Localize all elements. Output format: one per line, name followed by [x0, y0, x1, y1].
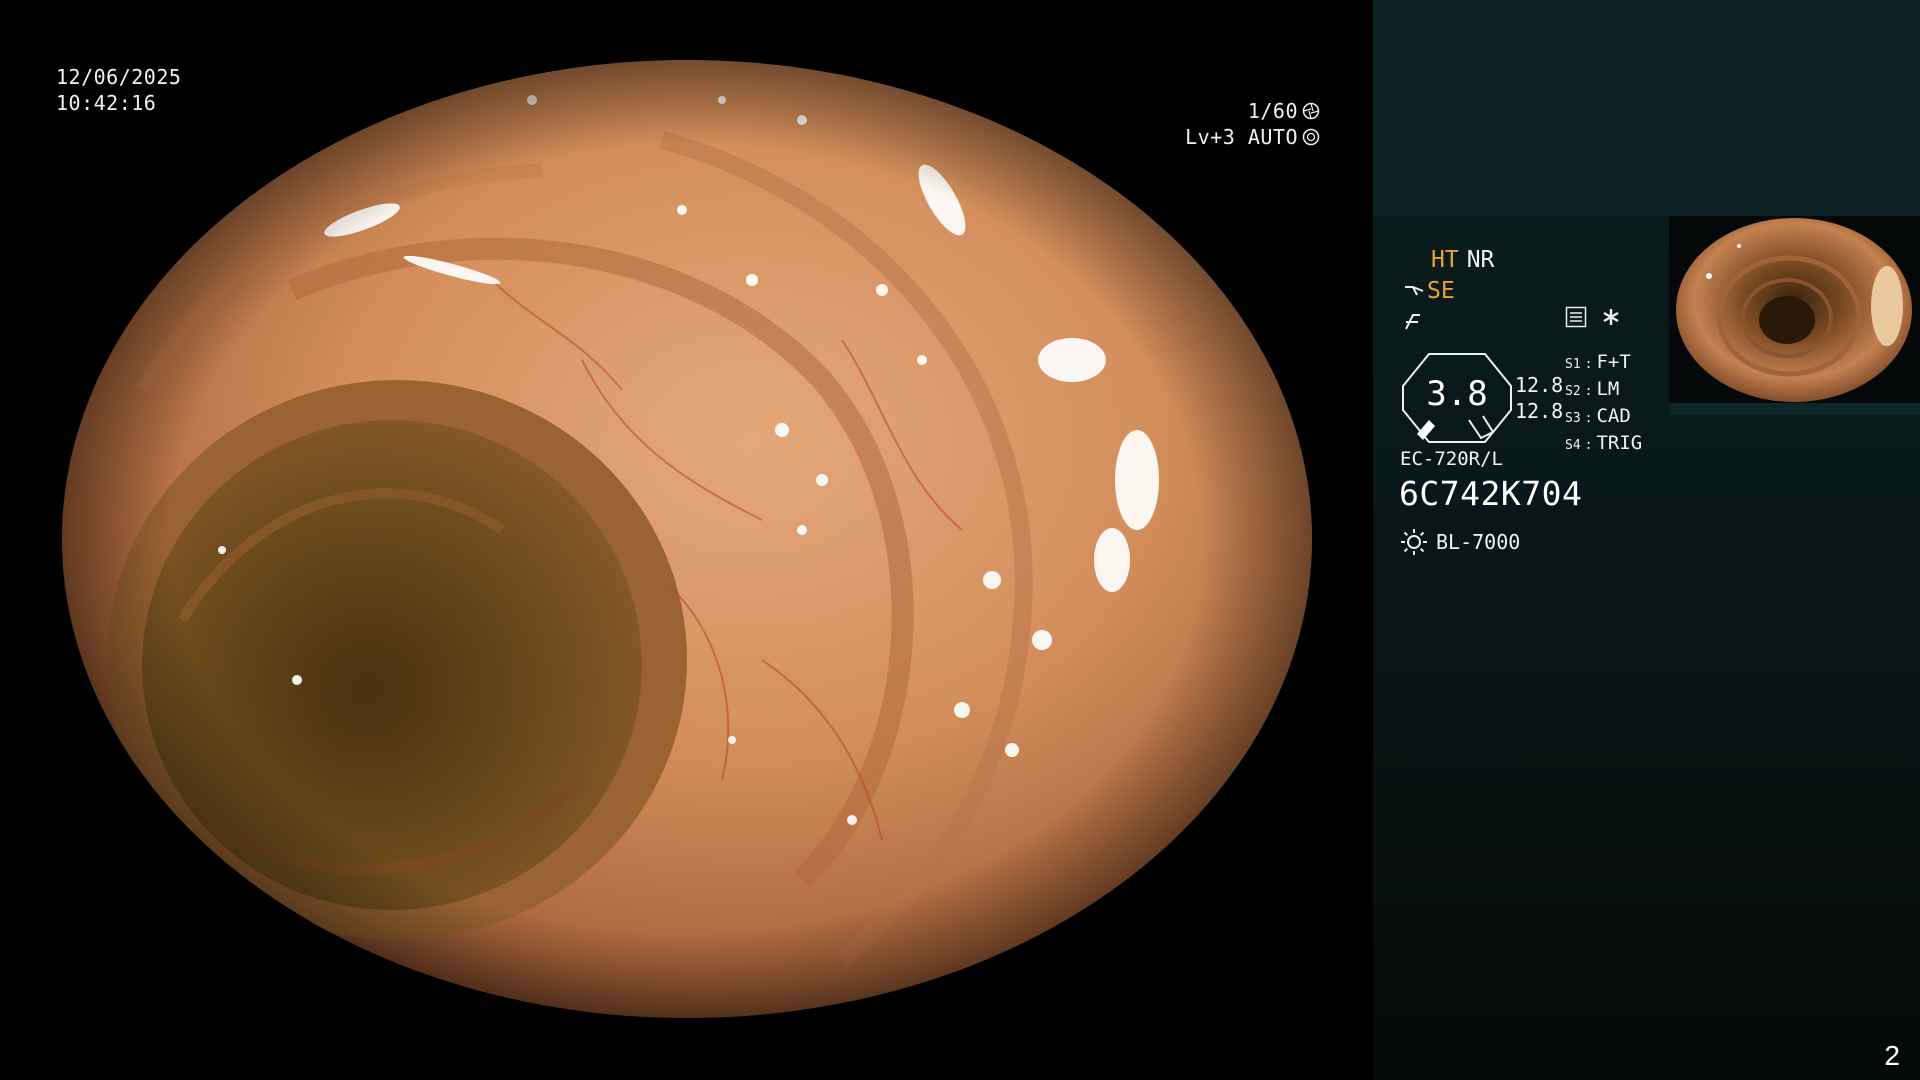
function-icons	[1565, 306, 1621, 328]
aperture-icon	[1302, 102, 1320, 120]
panel-header-area	[1373, 0, 1920, 216]
ht-label: HT	[1431, 246, 1459, 273]
switch-s4: S4: TRIG	[1565, 432, 1643, 454]
light-source-label: BL-7000	[1436, 530, 1521, 554]
menu-list-icon	[1565, 306, 1587, 328]
thumbnail-image	[1669, 216, 1920, 403]
date-text: 12/06/2025	[56, 65, 182, 89]
endoscope-screen: 12/06/2025 10:42:16 1/60 Lv+3 AUTO HT NR…	[0, 0, 1920, 1080]
sun-icon	[1401, 529, 1427, 555]
mode-status: HT NR SE	[1403, 244, 1494, 337]
info-panel: HT NR SE 3.8 12.8 12.8 S1: F+T S2: LM …	[1373, 0, 1920, 1080]
switch-s2: S2: LM	[1565, 378, 1620, 400]
gauge-side-top: 12.8	[1515, 373, 1564, 397]
thumbnail-preview[interactable]	[1669, 216, 1920, 415]
scope-model: EC-720R/L	[1400, 448, 1503, 470]
scope-serial: 6C742K704	[1399, 474, 1583, 513]
page-number: 2	[1884, 1040, 1900, 1071]
time-text: 10:42:16	[56, 91, 157, 115]
datetime-readout: 12/06/2025 10:42:16	[56, 64, 181, 116]
enhancement-icon	[1405, 285, 1424, 295]
exposure-text: Lv+3 AUTO	[1185, 125, 1298, 149]
light-source: BL-7000	[1400, 528, 1520, 556]
thumbnail-bar	[1669, 403, 1920, 415]
colon-lumen-image	[62, 60, 1312, 1018]
switch-s3: S3: CAD	[1565, 405, 1631, 427]
endoscopic-view	[62, 60, 1312, 1018]
gauge-value: 3.8	[1426, 374, 1488, 414]
shutter-text: 1/60	[1247, 99, 1298, 123]
curve-icon	[1405, 313, 1420, 329]
switch-s1: S1: F+T	[1565, 351, 1631, 373]
scope-switch-list: S1: F+T S2: LM S3: CAD S4: TRIG	[1565, 350, 1642, 458]
gauge-side-values: 12.8 12.8	[1515, 372, 1563, 424]
gauge-side-bottom: 12.8	[1515, 399, 1564, 423]
iris-icon	[1302, 128, 1320, 146]
exposure-readout: 1/60 Lv+3 AUTO	[1185, 98, 1320, 150]
magnification-gauge: 3.8	[1399, 350, 1515, 446]
se-label: SE	[1427, 277, 1455, 304]
asterisk-icon	[1603, 309, 1619, 325]
nr-label: NR	[1466, 246, 1495, 273]
